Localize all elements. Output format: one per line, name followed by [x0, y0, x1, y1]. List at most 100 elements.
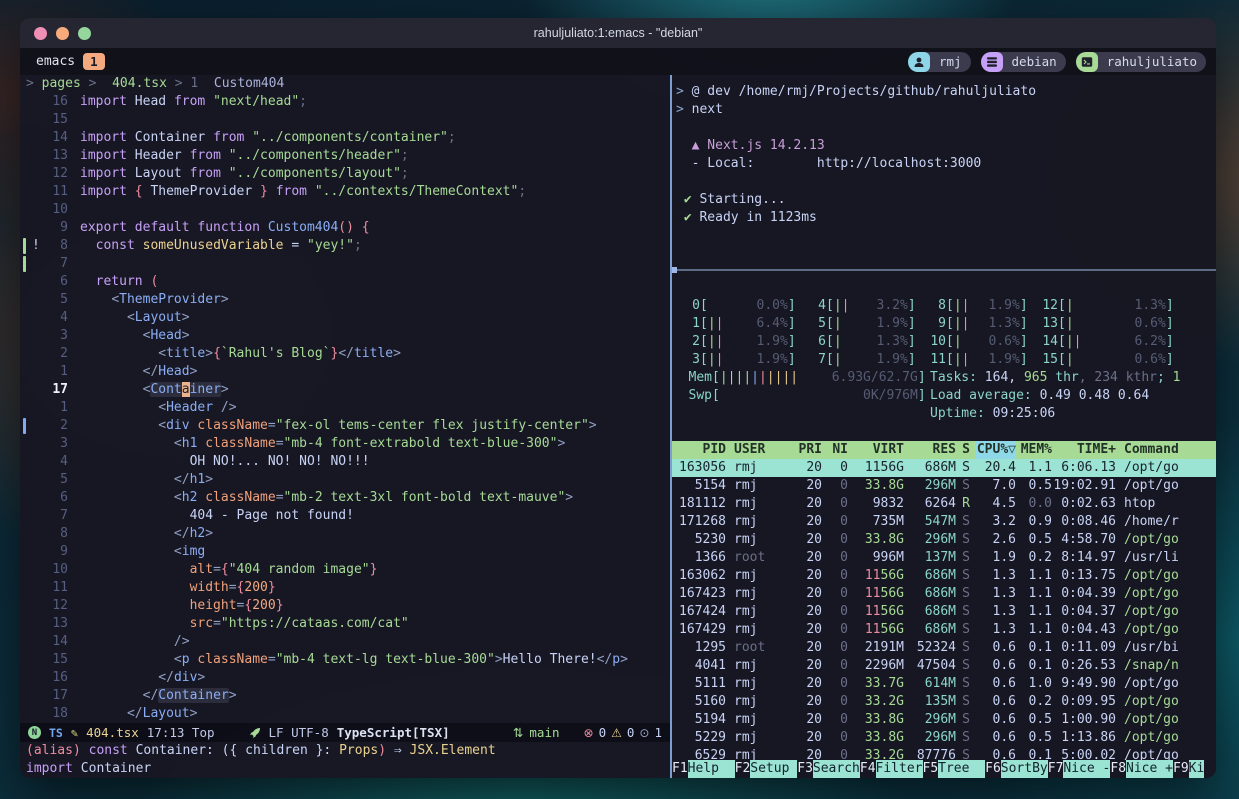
fkey-f9[interactable]: F9Ki	[1173, 760, 1204, 778]
code-line[interactable]: 3 <Head>	[20, 327, 670, 345]
fkey-f7[interactable]: F7Nice -	[1048, 760, 1111, 778]
fkey-f6[interactable]: F6SortBy	[985, 760, 1048, 778]
line-number: 3	[20, 327, 80, 345]
code-line[interactable]: 14 />	[20, 633, 670, 651]
cpu-meter: 10[|0.6%]	[928, 333, 1040, 351]
fkey-f4[interactable]: F4Filter	[860, 760, 923, 778]
process-row[interactable]: 5194rmj20033.8G296MS0.60.51:00.90/opt/go	[672, 711, 1216, 729]
process-row[interactable]: 5230rmj20033.8G296MS2.60.54:58.70/opt/go	[672, 531, 1216, 549]
code-area[interactable]: 16import Head from "next/head";1514impor…	[20, 93, 670, 723]
code-line[interactable]: 6 <h2 className="mb-2 text-3xl font-bold…	[20, 489, 670, 507]
code-line[interactable]: 9export default function Custom404() {	[20, 219, 670, 237]
code-line[interactable]: 9 <img	[20, 543, 670, 561]
code-line[interactable]: 8 </h2>	[20, 525, 670, 543]
process-row[interactable]: 5229rmj20033.8G296MS0.60.51:13.86/opt/go	[672, 729, 1216, 747]
code-line[interactable]: 1 <Header />	[20, 399, 670, 417]
gutter: 1	[20, 399, 80, 417]
process-row[interactable]: 167429rmj2001156G686MS1.31.10:04.43/opt/…	[672, 621, 1216, 639]
code-line[interactable]: 2 <title>{`Rahul's Blog`}</title>	[20, 345, 670, 363]
line-number: 8	[20, 237, 80, 255]
process-row[interactable]: 167424rmj2001156G686MS1.31.10:04.37/opt/…	[672, 603, 1216, 621]
code-line[interactable]: 15 <p className="mb-4 text-lg text-blue-…	[20, 651, 670, 669]
code-line[interactable]: 2 <div className="fex-ol tems-center fle…	[20, 417, 670, 435]
git-branch[interactable]: ⇅ main	[513, 725, 560, 740]
cpu-meter: 15[|0.6%]	[1040, 351, 1196, 369]
column-header-res[interactable]: RES	[904, 441, 956, 459]
process-row[interactable]: 5160rmj20033.2G135MS0.60.20:09.95/opt/go	[672, 693, 1216, 711]
code-line[interactable]: 17 <Container>	[20, 381, 670, 399]
fkey-f5[interactable]: F5Tree	[923, 760, 986, 778]
htop-pane: 0[0.0%]4[||3.2%]8[||1.9%]12[|1.3%]1[||6.…	[672, 271, 1216, 778]
shell-output-line: ✔ Starting...	[676, 191, 1216, 209]
code-text: <Container>	[80, 381, 670, 399]
process-row[interactable]: 171268rmj200735M547MS3.20.90:08.46/home/…	[672, 513, 1216, 531]
cpu-meter: 2[||1.9%]	[682, 333, 808, 351]
code-line[interactable]: 14import Container from "../components/c…	[20, 129, 670, 147]
process-row[interactable]: 163056rmj2001156G686MS20.41.16:06.13/opt…	[672, 459, 1216, 477]
column-header-time[interactable]: TIME+	[1052, 441, 1116, 459]
column-header-ni[interactable]: NI	[822, 441, 848, 459]
code-line[interactable]: 5 <ThemeProvider>	[20, 291, 670, 309]
process-row[interactable]: 5111rmj20033.7G614MS0.61.09:49.90/opt/go	[672, 675, 1216, 693]
code-text: </h1>	[80, 471, 670, 489]
code-line[interactable]: 13import Header from "../components/head…	[20, 147, 670, 165]
fkey-f8[interactable]: F8Nice +	[1110, 760, 1173, 778]
column-header-pri[interactable]: PRI	[788, 441, 822, 459]
column-header-s[interactable]: S	[956, 441, 976, 459]
code-text: <p className="mb-4 text-lg text-blue-300…	[80, 651, 670, 669]
fkey-f3[interactable]: F3Search	[797, 760, 860, 778]
major-mode[interactable]: TypeScript[TSX]	[337, 725, 450, 740]
fkey-f2[interactable]: F2Setup	[735, 760, 798, 778]
cpu-meter: 11[||1.9%]	[928, 351, 1040, 369]
code-line[interactable]: 3 <h1 className="mb-4 font-extrabold tex…	[20, 435, 670, 453]
process-row[interactable]: 163062rmj2001156G686MS1.31.10:13.75/opt/…	[672, 567, 1216, 585]
column-header-user[interactable]: USER	[726, 441, 788, 459]
process-table-header[interactable]: PIDUSERPRINIVIRTRESSCPU%▽MEM%TIME+Comman…	[672, 441, 1216, 459]
gutter: 9	[20, 219, 80, 237]
process-row[interactable]: 1366root200996M137MS1.90.28:14.97/usr/li	[672, 549, 1216, 567]
code-text: export default function Custom404() {	[80, 219, 670, 237]
column-header-virt[interactable]: VIRT	[848, 441, 904, 459]
code-line[interactable]: 18 </Layout>	[20, 705, 670, 723]
column-header-pid[interactable]: PID	[672, 441, 726, 459]
code-line[interactable]: 16 </div>	[20, 669, 670, 687]
code-text	[80, 111, 670, 129]
code-line[interactable]: 7	[20, 255, 670, 273]
code-line[interactable]: 10	[20, 201, 670, 219]
gutter: 10	[20, 561, 80, 579]
fkey-f1[interactable]: F1Help	[672, 760, 735, 778]
process-row[interactable]: 4041rmj2002296M47504S0.60.10:26.53/snap/…	[672, 657, 1216, 675]
gutter: 13	[20, 615, 80, 633]
code-line[interactable]: 5 </h1>	[20, 471, 670, 489]
code-line[interactable]: 7 404 - Page not found!	[20, 507, 670, 525]
column-header-command[interactable]: Command	[1116, 441, 1216, 459]
code-line[interactable]: 16import Head from "next/head";	[20, 93, 670, 111]
code-line[interactable]: 4 OH NO!... NO! NO! NO!!!	[20, 453, 670, 471]
code-line[interactable]: 10 alt={"404 random image"}	[20, 561, 670, 579]
code-line[interactable]: 12import Layout from "../components/layo…	[20, 165, 670, 183]
column-header-cpu[interactable]: CPU%▽	[976, 441, 1016, 459]
process-row[interactable]: 5154rmj20033.8G296MS7.00.519:02.91/opt/g…	[672, 477, 1216, 495]
code-line[interactable]: !8 const someUnusedVariable = "yey!";	[20, 237, 670, 255]
gutter: 7	[20, 255, 80, 273]
column-header-mem[interactable]: MEM%	[1016, 441, 1052, 459]
tmux-window-index[interactable]: 1	[83, 53, 105, 70]
process-row[interactable]: 167423rmj2001156G686MS1.31.10:04.39/opt/…	[672, 585, 1216, 603]
code-line[interactable]: 12 height={200}	[20, 597, 670, 615]
line-number: 4	[20, 453, 80, 471]
code-text: </Container>	[80, 687, 670, 705]
code-text: <Head>	[80, 327, 670, 345]
process-row[interactable]: 181112rmj20098326264R4.50.00:02.63htop	[672, 495, 1216, 513]
code-line[interactable]: 11 width={200}	[20, 579, 670, 597]
tmux-session-name[interactable]: emacs	[36, 54, 75, 69]
code-line[interactable]: 17 </Container>	[20, 687, 670, 705]
minibuffer-line: import Container	[20, 760, 670, 778]
line-number: 4	[20, 309, 80, 327]
code-line[interactable]: 13 src="https://cataas.com/cat"	[20, 615, 670, 633]
code-line[interactable]: 11import { ThemeProvider } from "../cont…	[20, 183, 670, 201]
code-line[interactable]: 15	[20, 111, 670, 129]
code-line[interactable]: 6 return (	[20, 273, 670, 291]
code-line[interactable]: 4 <Layout>	[20, 309, 670, 327]
code-line[interactable]: 1 </Head>	[20, 363, 670, 381]
process-row[interactable]: 1295root2002191M52324S0.60.10:11.09/usr/…	[672, 639, 1216, 657]
